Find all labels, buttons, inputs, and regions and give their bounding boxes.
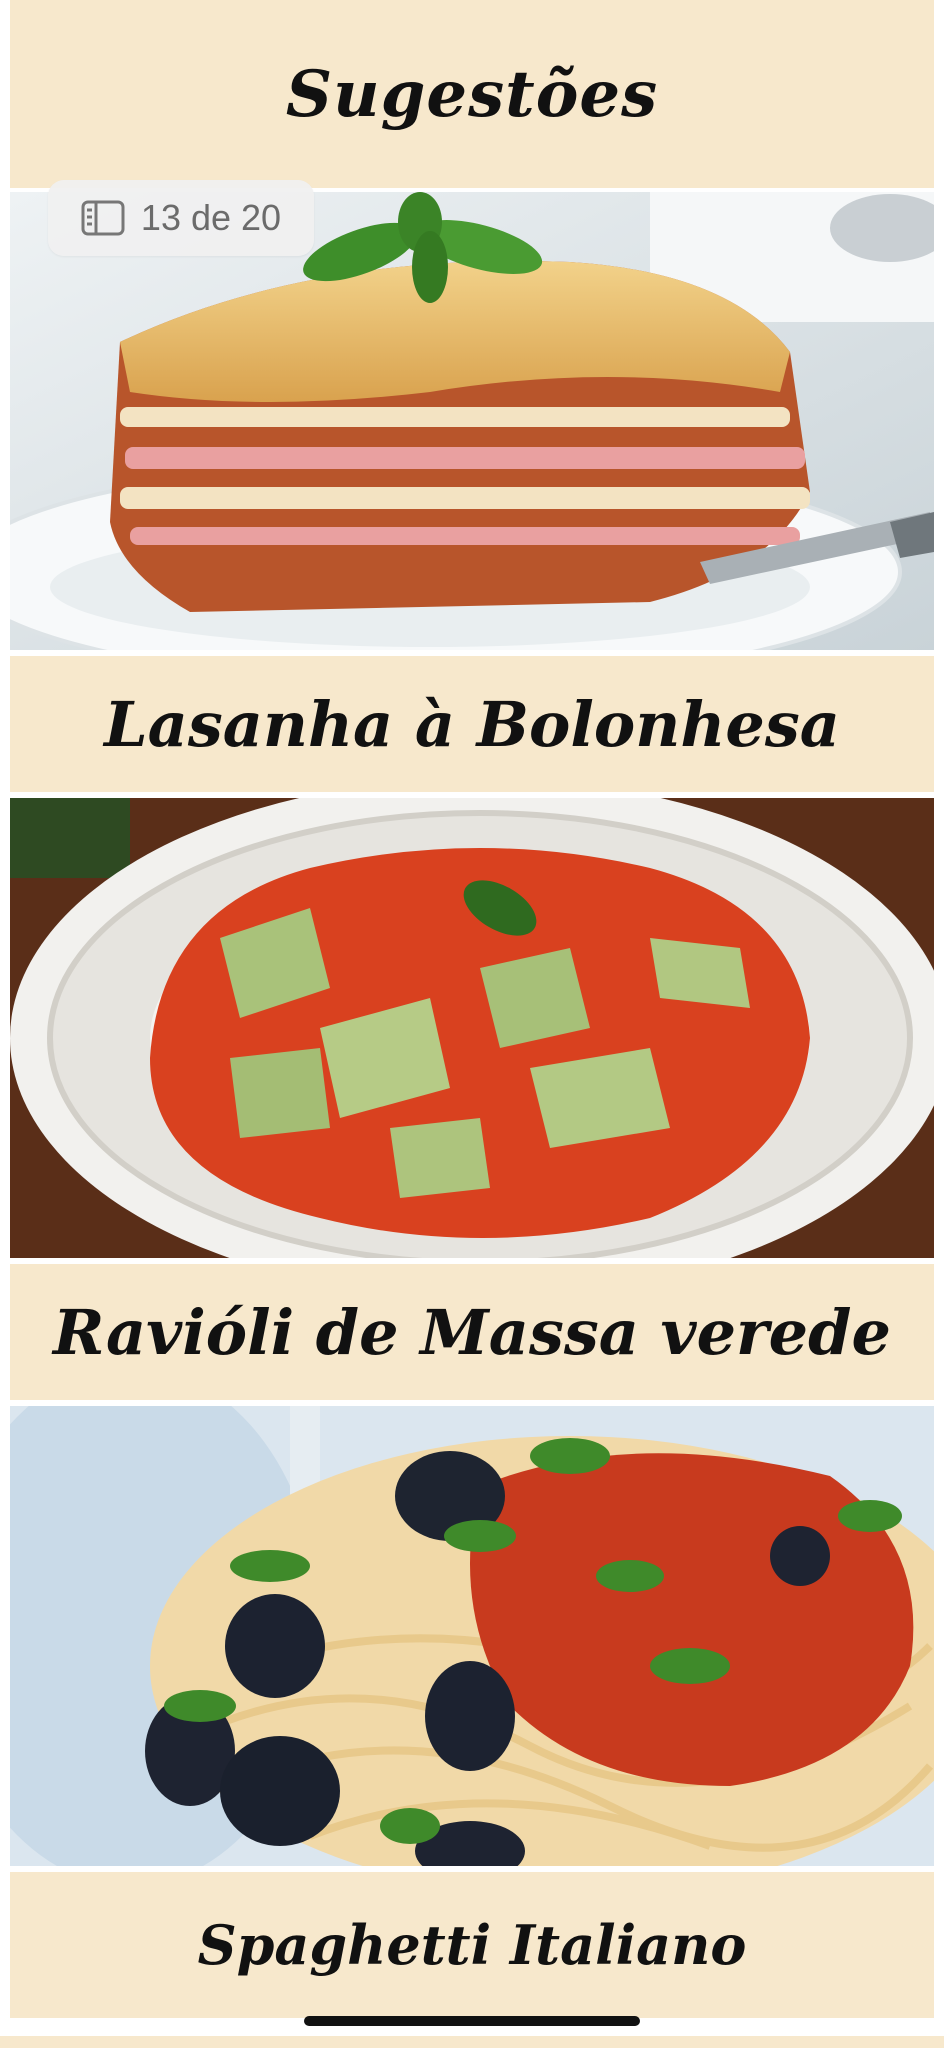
suggestion-title[interactable]: Ravióli de Massa verede: [10, 1264, 934, 1400]
suggestions-page: Sugestões Lasanha à Bolonhesa Ravióli de…: [0, 0, 944, 2048]
page-title: Sugestões: [285, 56, 659, 132]
list-icon: [81, 200, 125, 236]
page-counter-badge[interactable]: 13 de 20: [48, 180, 314, 256]
home-indicator[interactable]: [304, 2016, 640, 2026]
lasagna-photo[interactable]: [10, 192, 934, 650]
suggestion-title[interactable]: Lasanha à Bolonhesa: [10, 656, 934, 792]
suggestion-title-text: Lasanha à Bolonhesa: [104, 687, 840, 761]
page-counter-text: 13 de 20: [140, 197, 282, 238]
suggestion-title[interactable]: Spaghetti Italiano: [10, 1872, 934, 2018]
spaghetti-photo[interactable]: [10, 1406, 934, 1866]
suggestion-title-text: Spaghetti Italiano: [197, 1913, 747, 1977]
suggestion-title-text: Ravióli de Massa verede: [53, 1295, 891, 1369]
ravioli-photo[interactable]: [10, 798, 934, 1258]
page-header: Sugestões: [10, 0, 934, 188]
next-card-edge: [0, 2036, 944, 2048]
